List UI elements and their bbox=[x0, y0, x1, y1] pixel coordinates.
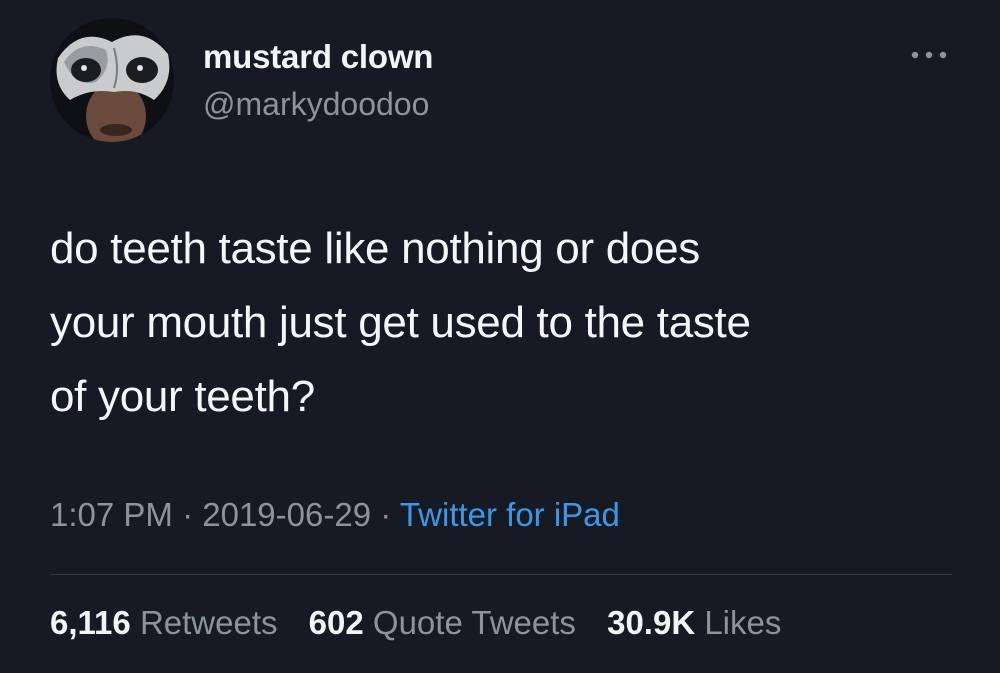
meta-separator: · bbox=[182, 496, 194, 533]
retweets-count: 6,116 bbox=[50, 604, 131, 641]
retweets-stat[interactable]: 6,116 Retweets bbox=[50, 604, 278, 641]
more-horizontal-icon[interactable] bbox=[908, 40, 950, 70]
tweet-metadata: 1:07 PM · 2019-06-29 · Twitter for iPad bbox=[50, 496, 620, 534]
display-name[interactable]: mustard clown bbox=[203, 38, 433, 76]
quote-tweets-stat[interactable]: 602 Quote Tweets bbox=[309, 604, 576, 641]
avatar-image bbox=[50, 18, 174, 142]
quote-tweets-label: Quote Tweets bbox=[372, 604, 576, 641]
tweet-time[interactable]: 1:07 PM bbox=[50, 496, 173, 533]
tweet-date[interactable]: 2019-06-29 bbox=[202, 496, 371, 533]
likes-count: 30.9K bbox=[607, 604, 696, 641]
tweet-text: do teeth taste like nothing or does your… bbox=[50, 224, 751, 421]
tweet-card: mustard clown @markydoodoo do teeth tast… bbox=[0, 0, 1000, 673]
user-handle[interactable]: @markydoodoo bbox=[203, 86, 429, 123]
meta-separator: · bbox=[380, 496, 392, 533]
likes-stat[interactable]: 30.9K Likes bbox=[607, 604, 781, 641]
retweets-label: Retweets bbox=[139, 604, 278, 641]
likes-label: Likes bbox=[704, 604, 782, 641]
tweet-source-link[interactable]: Twitter for iPad bbox=[400, 496, 620, 533]
divider bbox=[50, 574, 952, 575]
quote-tweets-count: 602 bbox=[308, 604, 364, 641]
avatar[interactable] bbox=[50, 18, 174, 142]
tweet-stats: 6,116 Retweets 602 Quote Tweets 30.9K Li… bbox=[50, 604, 803, 642]
